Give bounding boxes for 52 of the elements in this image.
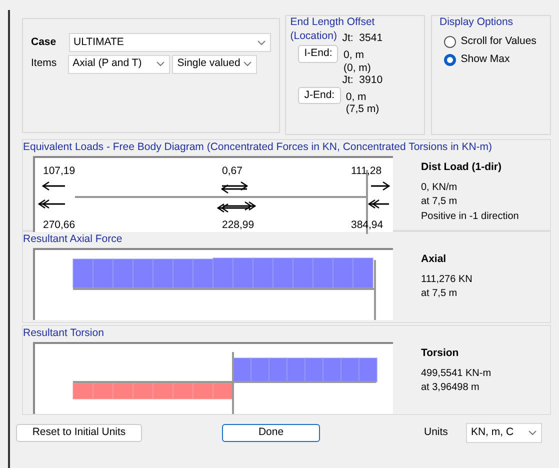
force-value: 270,66 [43,220,76,230]
joint-label: Jt: 3541 [342,32,384,45]
radio-button[interactable] [444,36,456,48]
field-label: Case [31,34,58,50]
chevron-icon [528,430,537,436]
force-value: 0,67 [222,166,242,176]
field-label: Items [31,56,58,72]
offset-value: 0, m [346,90,368,104]
moment-arrow [38,199,65,208]
location-value: (0, m) [344,62,371,74]
case-dropdown[interactable]: ULTIMATE [68,33,271,52]
info-title: Axial [421,252,448,267]
units-dropdown[interactable]: KN, m, C [466,423,542,443]
moment-arrow [368,199,389,208]
info-text: at 7,5 m [421,287,458,302]
mode-dropdown[interactable]: Single valued [172,54,258,74]
force-arrow [222,181,248,190]
chevron-icon [257,40,266,46]
radio-button[interactable] [444,54,456,66]
chevron-icon [243,61,252,68]
done-button[interactable]: Done [222,424,320,442]
info-text: 499,5541 KN-m [421,366,492,381]
support-line [366,170,368,234]
reset-button[interactable]: Reset to Initial Units [16,424,142,442]
group-subtitle: (Location) [290,30,337,42]
moment-arrow [216,203,250,212]
units-label: Units [424,425,448,440]
info-text: 0, KN/m [421,180,458,195]
joint-label: Jt: 3910 [342,74,384,87]
info-title: Dist Load (1-dir) [421,160,502,175]
end-button[interactable]: I-End: [298,44,338,63]
items-dropdown[interactable]: Axial (P and T) [68,54,170,74]
offset-value: 0, m [344,48,365,62]
force-arrow [220,184,247,194]
force-value: 384,94 [351,220,384,230]
info-text: Positive in -1 direction [421,210,519,224]
info-text: 111,276 KN [421,272,472,287]
location-value: (7,5 m) [346,103,380,116]
info-text: at 3,96498 m [421,381,480,396]
force-value: 228,99 [222,220,254,230]
info-text: at 7,5 m [421,195,458,210]
end-button[interactable]: J-End: [298,86,341,104]
force-arrow [371,181,390,190]
option-label: Scroll for Values [460,34,536,49]
force-arrow [42,181,65,190]
section-title: Equivalent Loads - Free Body Diagram (Concentrated Forces in KN, Concentrated Torsions in KN-m) [23,141,492,154]
option-label: Show Max [460,52,510,68]
force-value: 111,28 [351,166,382,176]
chevron-icon [156,61,165,68]
info-title: Torsion [421,346,460,361]
moment-arrow [223,201,256,210]
force-value: 107,19 [43,166,76,176]
